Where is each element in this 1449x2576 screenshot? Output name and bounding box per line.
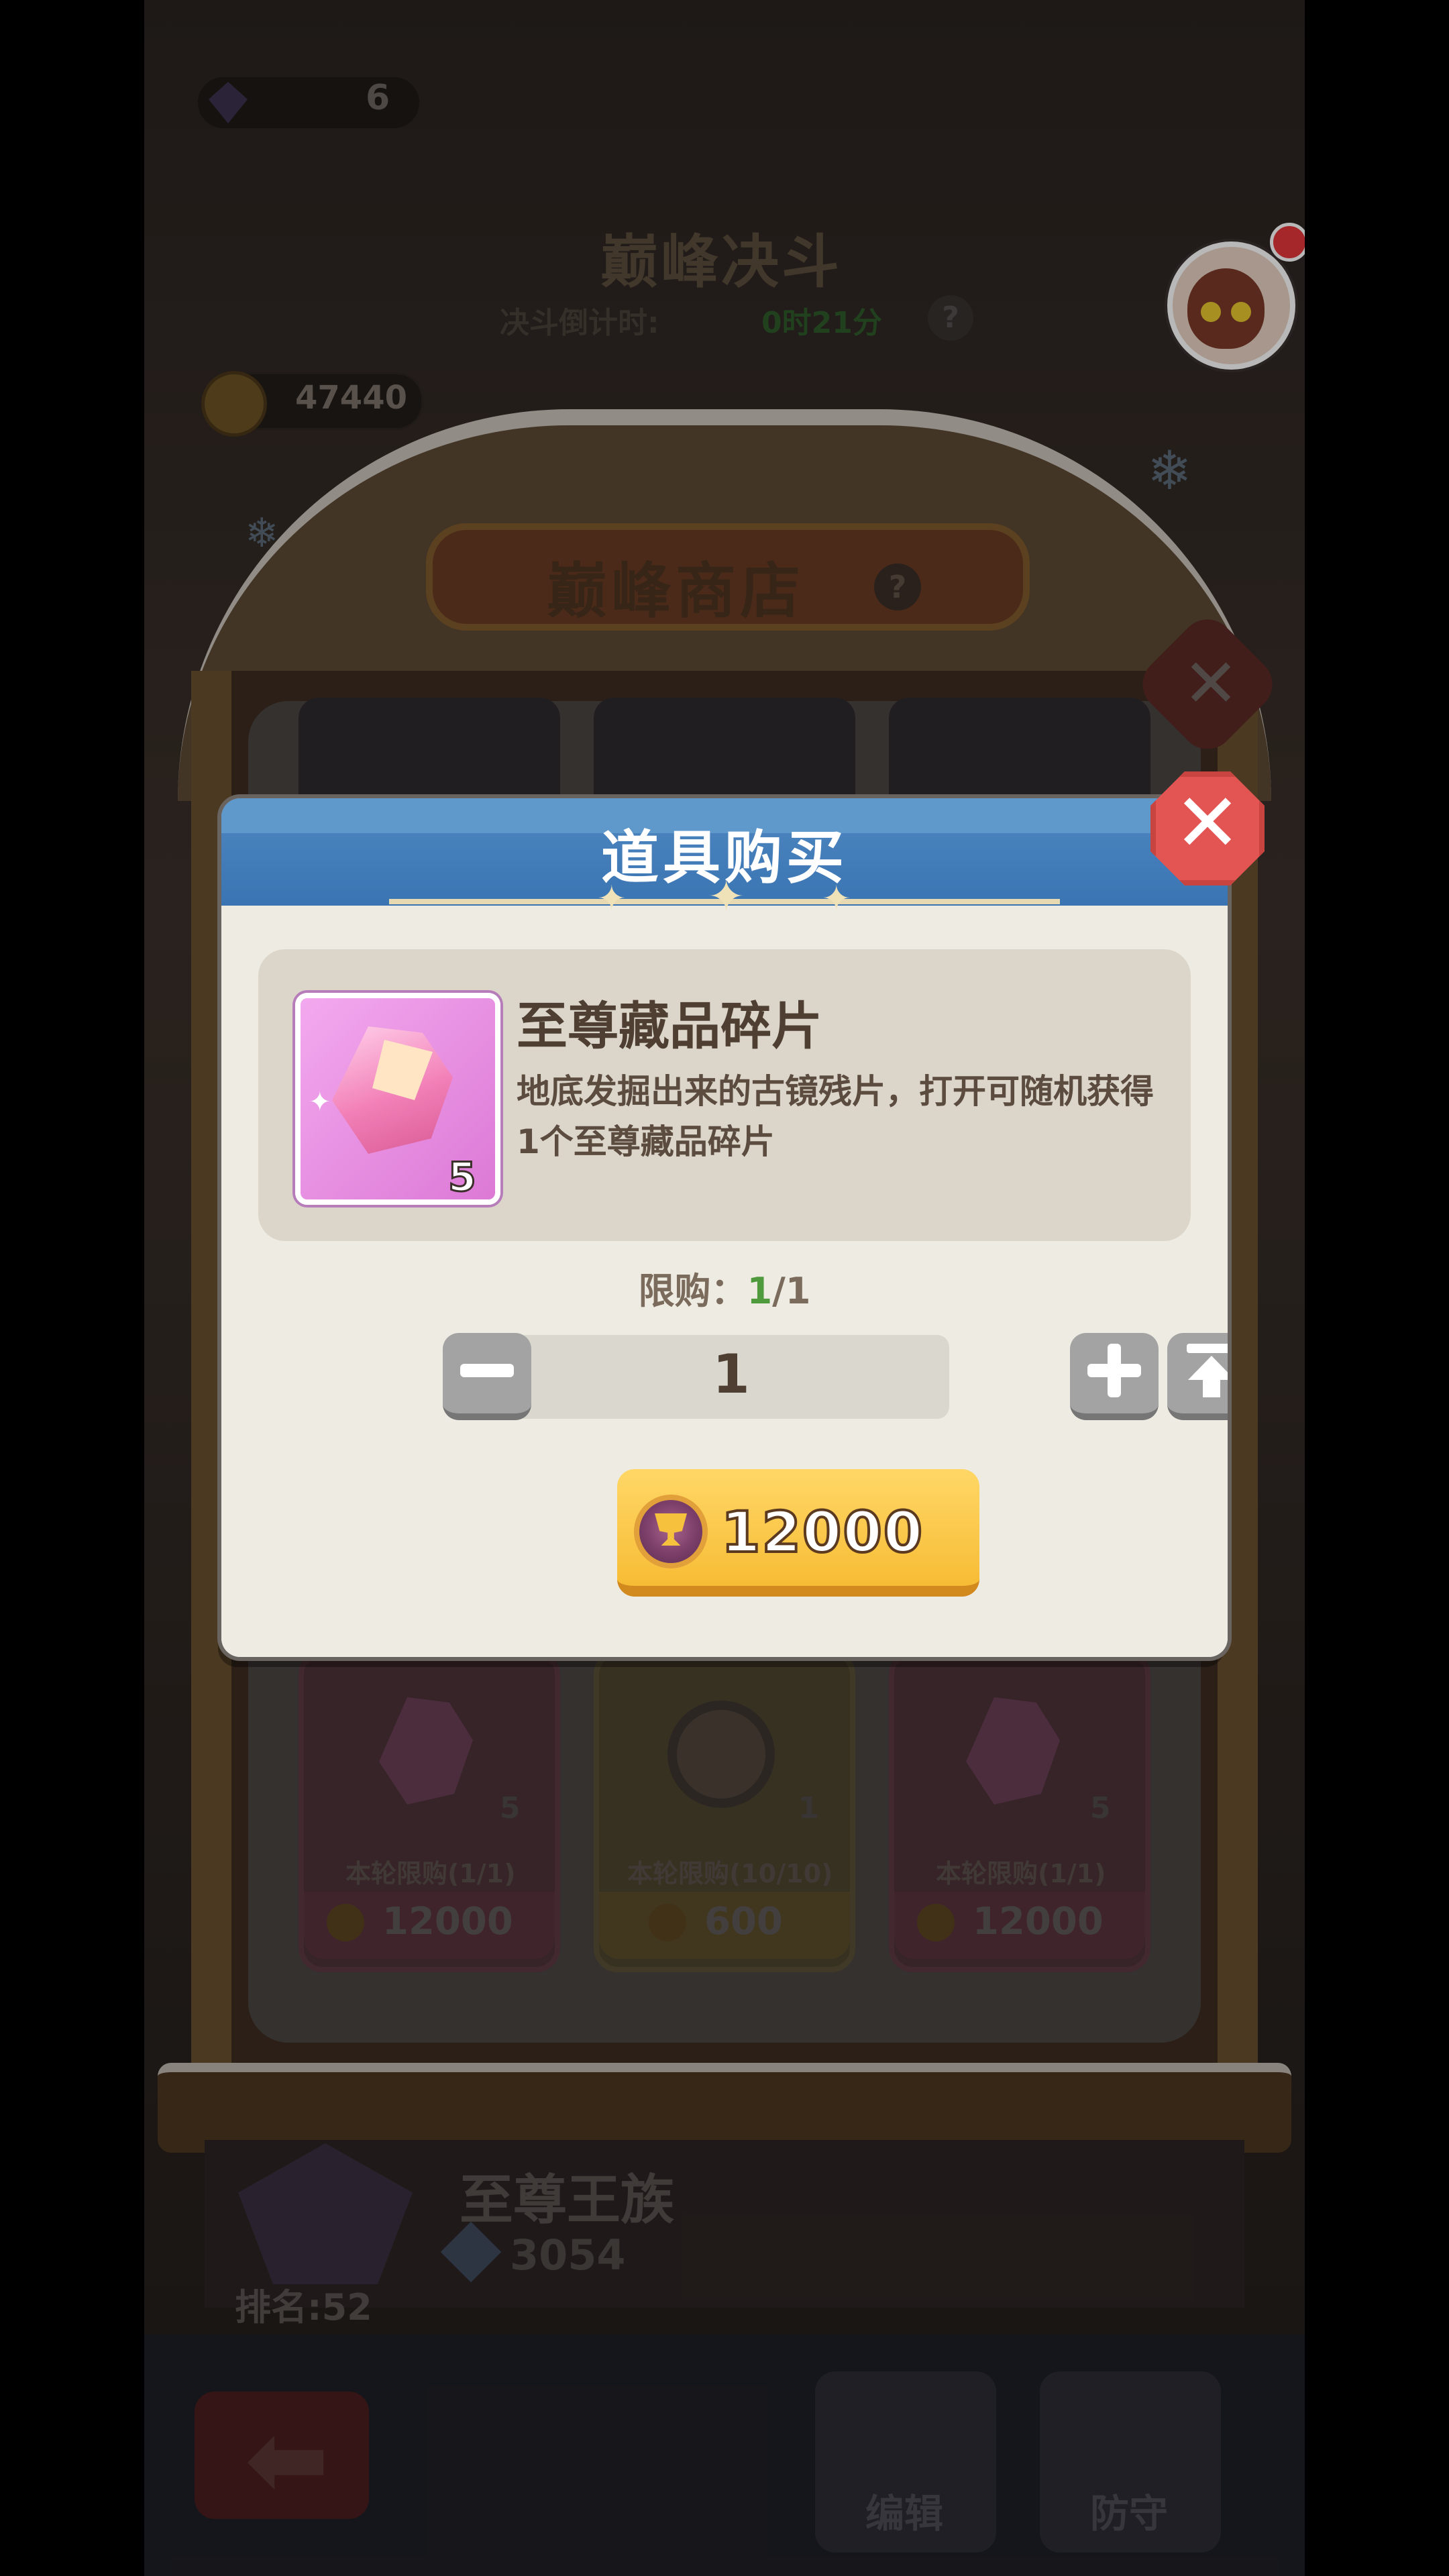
item-quantity-badge: 5 — [447, 1153, 478, 1202]
decrease-button[interactable] — [443, 1333, 531, 1420]
sparkle-icon: ✦ — [309, 1087, 331, 1118]
increase-button[interactable] — [1070, 1333, 1159, 1420]
max-quantity-button[interactable] — [1167, 1333, 1228, 1420]
purchase-limit: 限购：1/1 — [221, 1261, 1228, 1314]
sparkle-icon: ✦ — [708, 871, 745, 922]
limit-label: 限购： — [638, 1270, 747, 1312]
dialog-close-button[interactable]: ✕ — [1150, 771, 1265, 885]
purchase-dialog: 道具购买 ✦ ✦ ✦ ✦ 5 至尊藏品碎片 地底发掘出来的古镜残片，打开可随机获… — [221, 798, 1228, 1657]
item-description: 地底发掘出来的古镜残片，打开可随机获得1个至尊藏品碎片 — [517, 1072, 1154, 1161]
max-icon — [1187, 1344, 1228, 1397]
buy-price: 12000 — [720, 1498, 924, 1566]
close-icon: ✕ — [1173, 777, 1242, 870]
game-frame: 6 巅峰决斗 决斗倒计时: 0时21分 ? 47440 ❄ ❄ 巅峰商店 ? ✕… — [144, 0, 1305, 2576]
plus-icon — [1087, 1344, 1141, 1397]
minus-icon — [460, 1364, 514, 1377]
item-name: 至尊藏品碎片 — [517, 996, 822, 1056]
sparkle-icon: ✦ — [822, 879, 851, 919]
limit-current: 1 — [747, 1270, 773, 1312]
quantity-value: 1 — [712, 1343, 750, 1405]
limit-total: /1 — [772, 1270, 811, 1312]
sparkle-icon: ✦ — [597, 879, 627, 919]
